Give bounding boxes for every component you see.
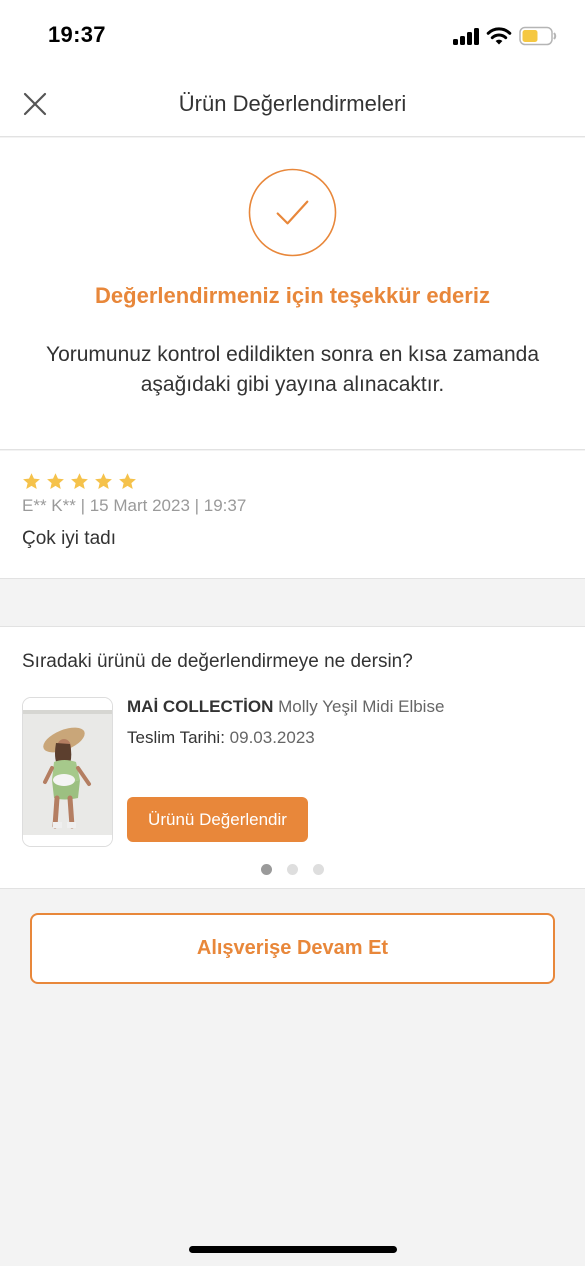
- star-icon: [71, 473, 88, 490]
- carousel-dot[interactable]: [287, 864, 298, 875]
- star-icon: [95, 473, 112, 490]
- star-icon: [47, 473, 64, 490]
- header: Ürün Değerlendirmeleri: [0, 72, 585, 137]
- next-product-card: Sıradaki ürünü de değerlendirmeye ne der…: [0, 626, 585, 889]
- confirmation-title: Değerlendirmeniz için teşekkür ederiz: [95, 283, 490, 308]
- star-icon: [23, 473, 40, 490]
- star-rating: [22, 472, 137, 491]
- review-text: Çok iyi tadı: [22, 528, 116, 549]
- delivery-date: 09.03.2023: [229, 728, 315, 747]
- product-brand: MAİ COLLECTİON: [127, 697, 274, 716]
- carousel-dot[interactable]: [313, 864, 324, 875]
- confirmation-message: Yorumunuz kontrol edildikten sonra en kı…: [45, 343, 540, 396]
- delivery-info: Teslim Tarihi: 09.03.2023: [127, 728, 315, 748]
- product-title: MAİ COLLECTİON Molly Yeşil Midi Elbise: [127, 697, 444, 717]
- signal-icon: [453, 28, 479, 45]
- carousel-pagination: [0, 864, 585, 875]
- continue-shopping-button[interactable]: Alışverişe Devam Et: [30, 913, 555, 984]
- review-preview: E** K** | 15 Mart 2023 | 19:37 Çok iyi t…: [0, 451, 585, 579]
- wifi-icon: [486, 27, 512, 45]
- page-title: Ürün Değerlendirmeleri: [178, 91, 407, 116]
- confirmation-section: Değerlendirmeniz için teşekkür ederiz Yo…: [0, 138, 585, 450]
- status-bar: 19:37: [0, 0, 585, 72]
- rate-product-button[interactable]: Ürünü Değerlendir: [127, 797, 308, 842]
- battery-icon: [519, 26, 557, 46]
- product-name: Molly Yeşil Midi Elbise: [278, 697, 445, 716]
- status-time: 19:37: [48, 22, 106, 47]
- carousel-dot[interactable]: [261, 864, 272, 875]
- star-icon: [119, 473, 136, 490]
- dress-photo-icon: [23, 698, 112, 846]
- review-meta: E** K** | 15 Mart 2023 | 19:37: [22, 496, 247, 515]
- next-product-question: Sıradaki ürünü de değerlendirmeye ne der…: [22, 651, 413, 672]
- product-image[interactable]: [22, 697, 113, 847]
- home-indicator[interactable]: [189, 1246, 397, 1253]
- check-circle-icon: [248, 168, 337, 257]
- delivery-label: Teslim Tarihi:: [127, 728, 225, 747]
